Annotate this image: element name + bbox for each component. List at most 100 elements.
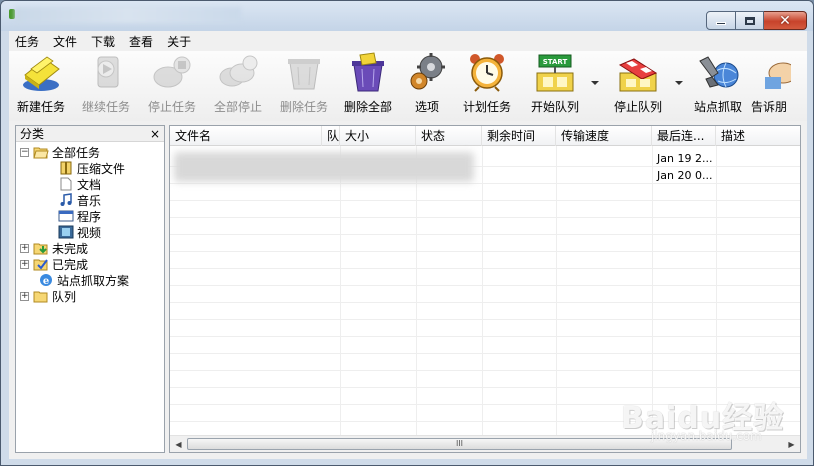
start-queue-dropdown-arrow[interactable] (591, 81, 599, 85)
tree-item-music[interactable]: 音乐 (58, 192, 101, 208)
column-last-connected[interactable]: 最后连... (652, 126, 716, 146)
stop-task-icon (153, 56, 191, 88)
column-filename[interactable]: 文件名 (170, 126, 322, 146)
cell-last-connected: Jan 19 2... (657, 152, 713, 165)
file-list-panel: 文件名 队 大小 状态 剩余时间 传输速度 最后连... 描述 Jan 19 2… (169, 125, 801, 453)
schedule-button[interactable]: 计划任务 (455, 51, 519, 119)
scroll-thumb[interactable]: III (187, 438, 732, 450)
expand-icon[interactable]: + (20, 243, 29, 253)
column-queue[interactable]: 队 (322, 126, 340, 146)
delete-task-label: 删除任务 (279, 100, 328, 114)
tree-label-archives: 压缩文件 (77, 161, 126, 176)
tree-item-unfinished[interactable]: + 未完成 (20, 240, 88, 256)
tree-item-archives[interactable]: 压缩文件 (58, 160, 125, 176)
horizontal-scrollbar[interactable]: ◀ III ▶ (170, 435, 800, 452)
tree-item-video[interactable]: 视频 (58, 224, 101, 240)
column-headers: 文件名 队 大小 状态 剩余时间 传输速度 最后连... 描述 (170, 126, 800, 146)
stop-task-button[interactable]: 停止任务 (139, 51, 205, 119)
stop-all-label: 全部停止 (213, 100, 262, 114)
column-time-left[interactable]: 剩余时间 (482, 126, 556, 146)
column-description[interactable]: 描述 (716, 126, 800, 146)
empty-row (170, 320, 800, 337)
stop-all-button[interactable]: 全部停止 (205, 51, 271, 119)
folder-download-icon (33, 243, 48, 255)
category-title: 分类 (20, 127, 45, 141)
schedule-icon (470, 54, 504, 92)
menu-download[interactable]: 下载 (91, 33, 115, 50)
resume-task-label: 继续任务 (81, 100, 130, 114)
tree-label-finished: 已完成 (52, 257, 89, 272)
stop-all-icon (219, 55, 258, 87)
empty-row (170, 252, 800, 269)
tree-item-queue[interactable]: + 队列 (20, 288, 76, 304)
folder-check-icon (33, 259, 48, 271)
close-icon: ✕ (779, 12, 791, 29)
site-grabber-label: 站点抓取 (693, 100, 742, 114)
delete-task-button[interactable]: 删除任务 (271, 51, 337, 119)
start-badge-text: START (543, 58, 568, 66)
document-icon (60, 177, 72, 191)
collapse-icon[interactable]: − (20, 147, 29, 157)
column-transfer-rate[interactable]: 传输速度 (556, 126, 652, 146)
folder-open-icon (33, 147, 49, 159)
tree-label-queue: 队列 (52, 289, 77, 304)
tree-item-finished[interactable]: + 已完成 (20, 256, 88, 272)
tree-label-programs: 程序 (77, 209, 102, 224)
stop-task-label: 停止任务 (147, 100, 196, 114)
cell-last-connected: Jan 20 0... (657, 169, 713, 182)
stop-queue-dropdown-arrow[interactable] (675, 81, 683, 85)
resume-task-button[interactable]: 继续任务 (73, 51, 139, 119)
empty-row (170, 337, 800, 354)
menu-task[interactable]: 任务 (15, 33, 39, 50)
site-grabber-button[interactable]: 站点抓取 (685, 51, 751, 119)
maximize-button[interactable] (736, 11, 764, 30)
category-close-icon[interactable]: × (150, 126, 160, 142)
tree-label-site-grabber: 站点抓取方案 (57, 273, 130, 288)
start-queue-button[interactable]: START 开始队列 (519, 51, 599, 119)
column-size[interactable]: 大小 (340, 126, 416, 146)
expand-icon[interactable]: + (20, 259, 29, 269)
redacted-file-info (174, 152, 474, 182)
title-bar[interactable]: ✕ (1, 1, 813, 31)
empty-row (170, 388, 800, 405)
program-window-icon (58, 210, 74, 222)
start-queue-label: 开始队列 (530, 100, 579, 114)
ie-globe-icon: e (40, 274, 52, 287)
main-content: 分类 × − 全部任务 压缩文件 文档 音乐 程序 视频 + 未完成 + 已完成… (9, 121, 807, 459)
column-status[interactable]: 状态 (416, 126, 482, 146)
delete-all-icon (352, 52, 384, 92)
tell-friend-icon (765, 62, 791, 89)
menu-file[interactable]: 文件 (53, 33, 77, 50)
stop-queue-icon (618, 58, 658, 92)
minimize-icon (716, 22, 726, 25)
app-window: ✕ 任务 文件 下载 查看 关于 新建任务 继续任务 停止任务 全部停止 删除任… (0, 0, 814, 466)
tree-item-all-tasks[interactable]: − 全部任务 (20, 144, 100, 160)
tree-label-documents: 文档 (77, 177, 102, 192)
expand-icon[interactable]: + (20, 291, 29, 301)
options-icon (410, 53, 445, 90)
stop-queue-button[interactable]: 停止队列 (601, 51, 683, 119)
site-grabber-icon (699, 56, 739, 88)
tree-item-documents[interactable]: 文档 (58, 176, 101, 192)
new-task-button[interactable]: 新建任务 (9, 51, 73, 119)
resume-task-icon (97, 56, 119, 88)
scroll-left-arrow-icon[interactable]: ◀ (170, 436, 187, 452)
menu-about[interactable]: 关于 (167, 33, 191, 50)
delete-all-button[interactable]: 删除全部 (337, 51, 399, 119)
tree-label-unfinished: 未完成 (52, 241, 89, 256)
options-button[interactable]: 选项 (399, 51, 455, 119)
tree-label-music: 音乐 (77, 193, 102, 208)
tell-friend-button[interactable]: 告诉朋 (751, 51, 791, 119)
empty-row (170, 218, 800, 235)
close-button[interactable]: ✕ (764, 11, 807, 30)
empty-row (170, 303, 800, 320)
maximize-icon (744, 16, 755, 25)
minimize-button[interactable] (706, 11, 736, 30)
scroll-right-arrow-icon[interactable]: ▶ (783, 436, 800, 452)
category-header: 分类 × (16, 126, 164, 142)
start-queue-icon: START (536, 54, 574, 92)
menu-view[interactable]: 查看 (129, 33, 153, 50)
delete-all-label: 删除全部 (343, 100, 392, 114)
tree-item-site-grabber[interactable]: e 站点抓取方案 (38, 272, 129, 288)
tree-item-programs[interactable]: 程序 (58, 208, 101, 224)
